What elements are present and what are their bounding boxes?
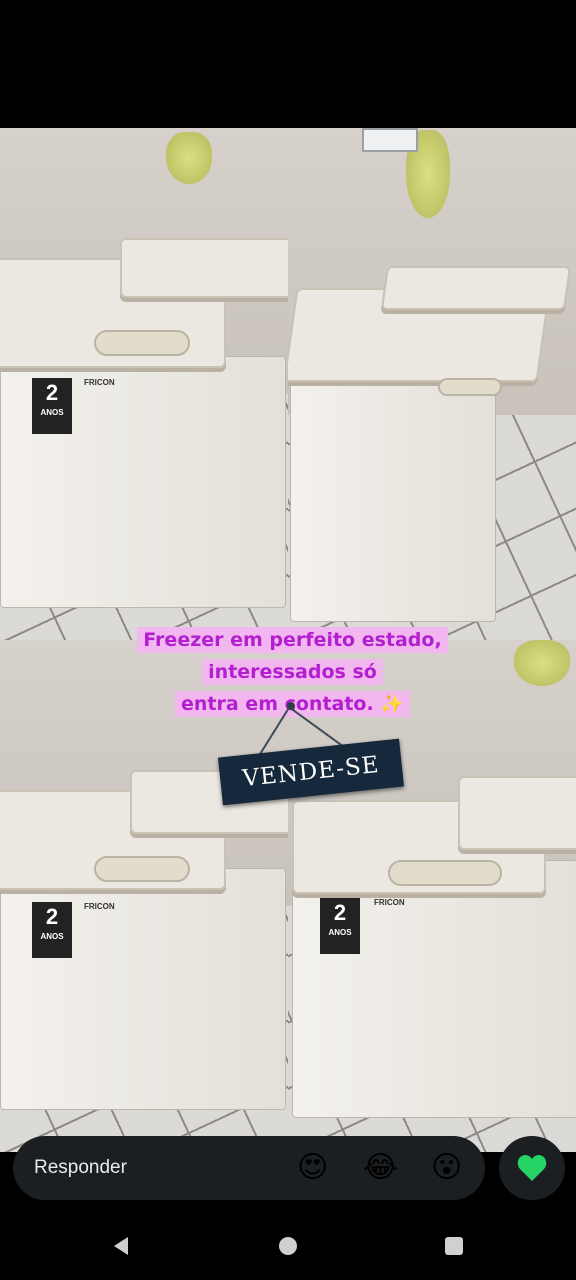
recents-square-icon [445, 1237, 463, 1255]
chest-freezer: 2 ANOS FRICON [0, 750, 288, 1130]
hanging-bag [514, 640, 570, 686]
warranty-badge: 2 ANOS [32, 378, 72, 434]
brand-label: FRICON [84, 378, 115, 387]
back-button[interactable] [108, 1233, 134, 1259]
back-triangle-icon [114, 1237, 128, 1255]
freezer-lid-right [458, 776, 576, 850]
reply-input[interactable]: Responder [34, 1157, 127, 1179]
surprised-reaction-button[interactable]: 😮 [431, 1150, 462, 1186]
home-circle-icon [279, 1237, 297, 1255]
heart-eyes-reaction-button[interactable]: 😍 [297, 1150, 328, 1186]
warranty-label: ANOS [40, 932, 64, 941]
reply-bar: Responder 😍 😂 😮 [13, 1136, 485, 1200]
caption-line-1: Freezer em perfeito estado, interessados… [137, 627, 448, 685]
chest-freezer: 2 ANOS FRICON [288, 760, 576, 1140]
freezer-lid-back [380, 266, 572, 310]
heart-icon [517, 1155, 547, 1181]
freezer-photo-top-left: 2 ANOS FRICON [0, 128, 288, 640]
freezer-body [290, 358, 496, 622]
brand-label: FRICON [84, 902, 115, 911]
freezer-lid-right [120, 238, 288, 298]
chest-freezer: 2 ANOS FRICON [0, 238, 288, 618]
laughing-reaction-button[interactable]: 😂 [363, 1150, 398, 1186]
freezer-photo-top-right [288, 128, 576, 640]
freezer-handle [388, 860, 502, 886]
warranty-number: 2 [333, 900, 347, 925]
warranty-number: 2 [45, 904, 59, 929]
warranty-label: ANOS [328, 928, 352, 937]
system-navigation-bar [0, 1212, 576, 1280]
chest-freezer [288, 266, 576, 640]
freezer-handle [94, 856, 190, 882]
window [362, 128, 418, 152]
brand-label: FRICON [374, 898, 405, 907]
home-button[interactable] [275, 1233, 301, 1259]
recents-button[interactable] [441, 1233, 467, 1259]
warranty-badge: 2 ANOS [320, 898, 360, 954]
like-button[interactable] [499, 1136, 565, 1200]
freezer-handle [438, 378, 502, 396]
warranty-number: 2 [45, 380, 59, 405]
warranty-badge: 2 ANOS [32, 902, 72, 958]
freezer-handle [94, 330, 190, 356]
warranty-label: ANOS [40, 408, 64, 417]
hanging-bag [166, 132, 212, 184]
story-image[interactable]: 2 ANOS FRICON 2 ANOS FRICON 2 ANOS FRICO… [0, 128, 576, 1152]
